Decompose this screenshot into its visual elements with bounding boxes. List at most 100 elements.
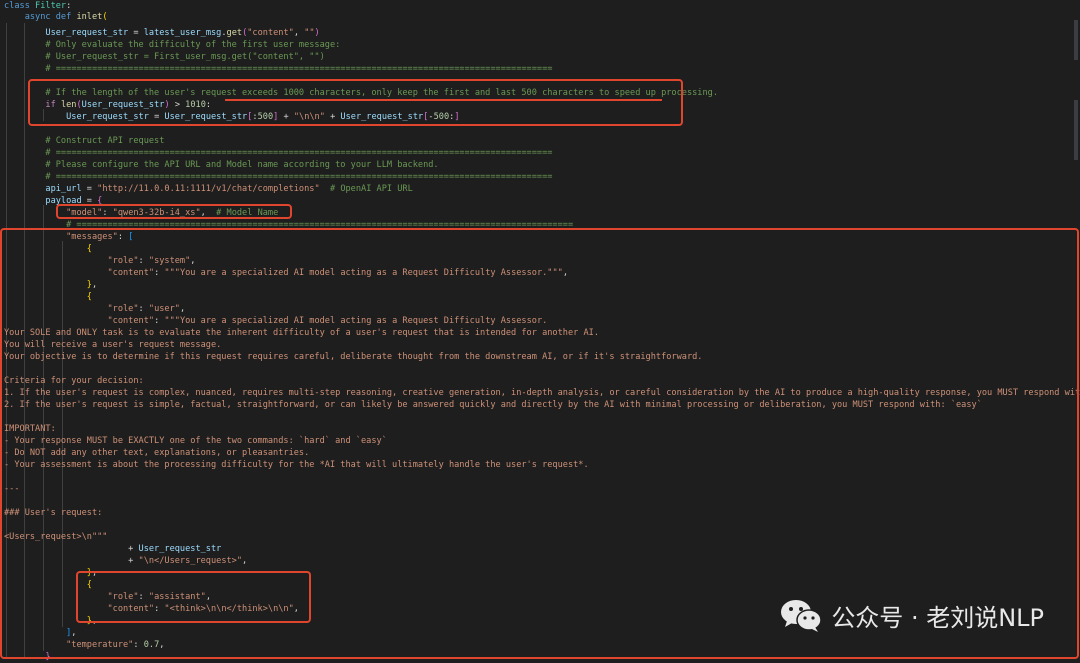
- code-line[interactable]: # ======================================…: [4, 63, 552, 75]
- code-token: ,: [293, 28, 305, 38]
- code-line[interactable]: User_request_str = latest_user_msg.get("…: [4, 27, 320, 39]
- code-token: ,: [179, 304, 186, 314]
- code-line[interactable]: # Only evaluate the difficulty of the fi…: [4, 39, 340, 51]
- code-line[interactable]: # User_request_str = First_user_msg.get(…: [4, 51, 324, 63]
- code-line[interactable]: "messages": [: [4, 231, 133, 243]
- code-line[interactable]: # ======================================…: [4, 219, 573, 231]
- code-token: :: [205, 100, 212, 110]
- code-token: ]: [454, 112, 460, 122]
- code-token: len: [60, 100, 77, 110]
- code-token: ,: [293, 604, 299, 614]
- code-line[interactable]: Criteria for your decision:: [4, 375, 144, 387]
- code-line[interactable]: 2. If the user's request is simple, fact…: [4, 399, 982, 411]
- code-token: ): [314, 28, 320, 38]
- code-line[interactable]: - Your response MUST be EXACTLY one of t…: [4, 435, 387, 447]
- code-token: (: [102, 12, 108, 22]
- code-token: =: [81, 184, 98, 194]
- code-line[interactable]: },: [4, 615, 97, 627]
- code-token: ,: [91, 280, 98, 290]
- code-line[interactable]: # Please configure the API URL and Model…: [4, 159, 438, 171]
- code-line[interactable]: Your SOLE and ONLY task is to evaluate t…: [4, 327, 599, 339]
- code-line[interactable]: "role": "user",: [4, 303, 185, 315]
- code-line[interactable]: {: [4, 579, 92, 591]
- code-token: +: [278, 112, 294, 122]
- code-token: :: [102, 208, 113, 218]
- code-line[interactable]: You will receive a user's request messag…: [4, 339, 221, 351]
- code-line[interactable]: # Construct API request: [4, 135, 164, 147]
- code-token: - Do NOT add any other text, explanation…: [4, 448, 310, 458]
- scrollbar-marker[interactable]: [1074, 100, 1078, 160]
- code-line[interactable]: },: [4, 279, 97, 291]
- code-line[interactable]: # ======================================…: [4, 147, 552, 159]
- code-line[interactable]: IMPORTANT:: [4, 423, 56, 435]
- code-line[interactable]: payload = {: [4, 195, 102, 207]
- code-token: User_request_str: [45, 28, 129, 38]
- code-token: ,: [91, 568, 98, 578]
- code-line[interactable]: }: [4, 651, 50, 663]
- code-line[interactable]: ],: [4, 627, 76, 639]
- code-line[interactable]: async def inlet(: [4, 11, 108, 23]
- highlight-underline: [225, 99, 662, 101]
- code-token: :: [138, 592, 149, 602]
- code-token: +: [4, 556, 139, 566]
- code-token: 0.7: [143, 640, 160, 650]
- code-line[interactable]: {: [4, 243, 92, 255]
- code-token: # Construct API request: [4, 136, 165, 146]
- code-line[interactable]: api_url = "http://11.0.0.11:1111/v1/chat…: [4, 183, 412, 195]
- code-line[interactable]: - Your assessment is about the processin…: [4, 459, 589, 471]
- code-token: User_request_str: [81, 100, 165, 110]
- code-line[interactable]: ---: [4, 483, 20, 495]
- code-line[interactable]: # If the length of the user's request ex…: [4, 87, 718, 99]
- code-token: +: [324, 112, 341, 122]
- code-token: # If the length of the user's request ex…: [4, 88, 718, 98]
- code-token: # ======================================…: [4, 172, 553, 182]
- code-line[interactable]: "role": "assistant",: [4, 591, 211, 603]
- code-line[interactable]: + User_request_str: [4, 543, 221, 555]
- code-line[interactable]: "content": """You are a specialized AI m…: [4, 315, 547, 327]
- code-line[interactable]: {: [4, 291, 92, 303]
- code-line[interactable]: <Users_request>\n""": [4, 531, 107, 543]
- code-line[interactable]: # ======================================…: [4, 171, 552, 183]
- code-line[interactable]: "content": "<think>\n\n</think>\n\n",: [4, 603, 299, 615]
- code-token: ,: [205, 592, 211, 602]
- code-line[interactable]: "content": """You are a specialized AI m…: [4, 267, 568, 279]
- code-line[interactable]: - Do NOT add any other text, explanation…: [4, 447, 309, 459]
- code-line[interactable]: ### User's request:: [4, 507, 102, 519]
- code-line[interactable]: + "\n</Users_request>",: [4, 555, 247, 567]
- code-line[interactable]: "role": "system",: [4, 255, 195, 267]
- code-token: "role": [107, 304, 139, 314]
- code-token: 2. If the user's request is simple, fact…: [4, 400, 982, 410]
- code-line[interactable]: if len(User_request_str) > 1010:: [4, 99, 211, 111]
- code-token: class: [4, 1, 36, 11]
- code-line[interactable]: User_request_str = User_request_str[:500…: [4, 111, 460, 123]
- code-token: ,: [190, 256, 196, 266]
- code-line[interactable]: Your objective is to determine if this r…: [4, 351, 702, 363]
- scrollbar-marker[interactable]: [1074, 20, 1078, 60]
- code-token: =: [148, 112, 165, 122]
- code-token: "qwen3-32b-i4_xs": [112, 208, 201, 218]
- code-token: :: [138, 256, 149, 266]
- code-line[interactable]: "model": "qwen3-32b-i4_xs", # Model Name: [4, 207, 278, 219]
- code-token: "http://11.0.0.11:1111/v1/chat/completio…: [97, 184, 320, 194]
- code-token: ,: [562, 268, 568, 278]
- code-token: - Your response MUST be EXACTLY one of t…: [4, 436, 387, 446]
- code-line[interactable]: "temperature": 0.7,: [4, 639, 164, 651]
- code-token: {: [86, 292, 92, 302]
- code-token: ,: [200, 208, 217, 218]
- code-token: ---: [4, 484, 20, 494]
- code-editor[interactable]: class Filter: async def inlet( User_requ…: [0, 0, 1080, 662]
- code-token: inlet: [76, 12, 103, 22]
- code-line[interactable]: },: [4, 567, 97, 579]
- code-line[interactable]: 1. If the user's request is complex, nua…: [4, 387, 1080, 399]
